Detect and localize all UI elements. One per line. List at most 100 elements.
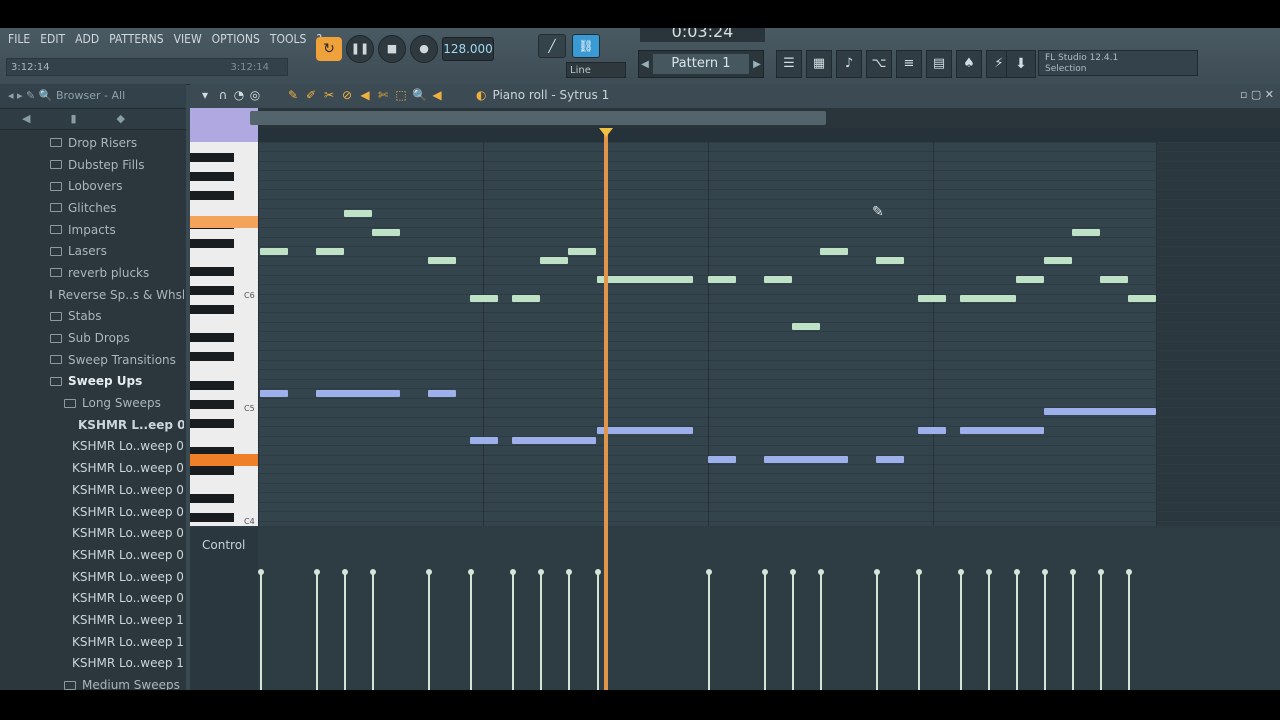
note[interactable] [708, 456, 736, 463]
note[interactable] [960, 427, 1044, 434]
browser-folder-item[interactable]: Sweep Transitions [8, 349, 184, 371]
velocity-stem[interactable] [470, 572, 472, 690]
velocity-stem[interactable] [1128, 572, 1130, 690]
velocity-handle[interactable] [510, 569, 516, 575]
browser-folder-item[interactable]: Drop Risers [8, 132, 184, 154]
note[interactable] [764, 456, 848, 463]
browser-file-item[interactable]: KSHMR Lo..weep 07 [8, 544, 184, 566]
black-key[interactable] [190, 304, 234, 314]
speaker-icon[interactable]: ◀ [430, 88, 444, 102]
note[interactable] [1100, 276, 1128, 283]
velocity-handle[interactable] [426, 569, 432, 575]
velocity-stem[interactable] [344, 572, 346, 690]
velocity-handle[interactable] [258, 569, 264, 575]
note[interactable] [876, 257, 904, 264]
highlighted-key[interactable] [190, 216, 258, 228]
note[interactable] [260, 390, 288, 397]
velocity-stem[interactable] [792, 572, 794, 690]
zoom-icon[interactable]: 🔍 [412, 88, 427, 102]
velocity-stem[interactable] [820, 572, 822, 690]
velocity-stem[interactable] [540, 572, 542, 690]
black-key[interactable] [190, 191, 234, 201]
velocity-handle[interactable] [468, 569, 474, 575]
highlighted-key[interactable] [190, 454, 258, 466]
pattern-name[interactable]: Pattern 1 [653, 54, 749, 74]
browser-file-item[interactable]: KSHMR Lo..weep 04 [8, 479, 184, 501]
velocity-stem[interactable] [764, 572, 766, 690]
menu-file[interactable]: FILE [8, 32, 30, 46]
browser-folder-item[interactable]: reverb plucks [8, 262, 184, 284]
browser-file-item[interactable]: KSHMR Lo..weep 02 [8, 436, 184, 458]
velocity-handle[interactable] [595, 569, 601, 575]
black-key[interactable] [190, 333, 234, 343]
control-label[interactable]: Control [202, 538, 245, 552]
timeline-ruler[interactable] [258, 128, 1280, 142]
playhead-marker[interactable] [599, 128, 613, 137]
black-key[interactable] [190, 418, 234, 428]
note[interactable] [1016, 276, 1044, 283]
velocity-stem[interactable] [988, 572, 990, 690]
velocity-handle[interactable] [314, 569, 320, 575]
velocity-stem[interactable] [918, 572, 920, 690]
browser-folder-item[interactable]: Reverse Sp..s & Whsh [8, 284, 184, 306]
velocity-stem[interactable] [597, 572, 599, 690]
browser-icon[interactable]: ⌥ [866, 50, 892, 78]
black-key[interactable] [190, 286, 234, 296]
slice-icon[interactable]: ✄ [376, 88, 390, 102]
scroll-thumb[interactable] [250, 111, 826, 125]
playlist-icon[interactable]: ☰ [776, 50, 802, 78]
black-key[interactable] [190, 494, 234, 504]
velocity-stem[interactable] [372, 572, 374, 690]
velocity-stem[interactable] [428, 572, 430, 690]
horizontal-scrollbar[interactable] [190, 108, 1280, 148]
note[interactable] [597, 427, 693, 434]
velocity-stem[interactable] [1072, 572, 1074, 690]
mixer-icon[interactable]: ≡ [896, 50, 922, 78]
browser-folder-item[interactable]: Sub Drops [8, 327, 184, 349]
note[interactable] [428, 257, 456, 264]
mute-icon[interactable]: ⊘ [340, 88, 354, 102]
note[interactable] [960, 295, 1016, 302]
playback-icon[interactable]: ◎ [248, 88, 262, 102]
velocity-handle[interactable] [790, 569, 796, 575]
menu-add[interactable]: ADD [75, 32, 99, 46]
note[interactable] [316, 248, 344, 255]
tempo-display[interactable]: 128.000 [442, 37, 494, 61]
note[interactable] [344, 210, 372, 217]
note[interactable] [316, 390, 400, 397]
velocity-stem[interactable] [708, 572, 710, 690]
velocity-stem[interactable] [876, 572, 878, 690]
snap-icon[interactable]: ◔ [232, 88, 246, 102]
tag-icon[interactable]: ▮ [70, 109, 76, 129]
velocity-stem[interactable] [568, 572, 570, 690]
magnet-icon[interactable]: ∩ [216, 88, 230, 102]
download-icon[interactable]: ⬇ [1006, 50, 1036, 78]
browser-folder-item[interactable]: Long Sweeps [8, 392, 184, 414]
browser-file-item[interactable]: KSHMR Lo..weep 11 [8, 631, 184, 653]
browser-folder-item[interactable]: Lasers [8, 240, 184, 262]
paint-icon[interactable]: ✐ [304, 88, 318, 102]
note[interactable] [568, 248, 596, 255]
pattern-next-icon[interactable]: ▶ [751, 59, 763, 70]
record-button[interactable]: ● [410, 35, 438, 63]
black-key[interactable] [190, 267, 234, 277]
plugin-icon[interactable]: ▤ [926, 50, 952, 78]
black-key[interactable] [190, 238, 234, 248]
black-key[interactable] [190, 399, 234, 409]
note[interactable] [470, 295, 498, 302]
note[interactable] [764, 276, 792, 283]
velocity-stem[interactable] [260, 572, 262, 690]
slip-icon[interactable]: ◀ [358, 88, 372, 102]
piano-roll-icon[interactable]: ♪ [836, 50, 862, 78]
snap-selector[interactable]: Line [566, 62, 626, 78]
note[interactable] [1044, 408, 1156, 415]
velocity-handle[interactable] [986, 569, 992, 575]
playhead[interactable] [604, 128, 608, 690]
velocity-lane[interactable] [258, 528, 1280, 690]
piano-keyboard[interactable]: C6 C5 C4 [190, 142, 258, 526]
black-key[interactable] [190, 513, 234, 523]
velocity-stem[interactable] [1044, 572, 1046, 690]
browser-file-item[interactable]: KSHMR Lo..weep 03 [8, 457, 184, 479]
browser-file-item[interactable]: KSHMR Lo..weep 10 [8, 609, 184, 631]
note[interactable] [876, 456, 904, 463]
